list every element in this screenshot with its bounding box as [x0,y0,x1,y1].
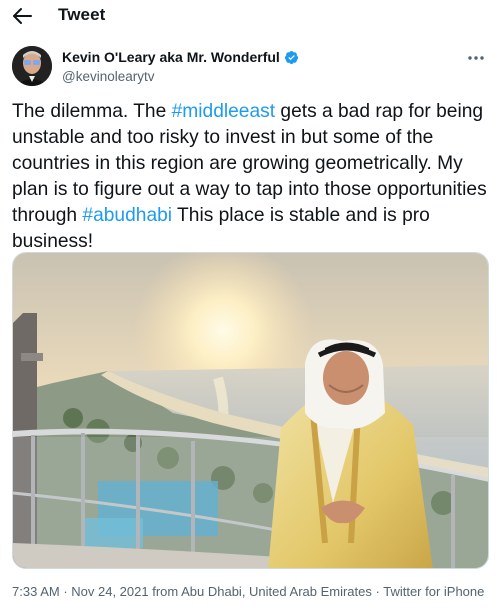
page-title: Tweet [58,5,106,24]
separator: · [59,584,72,599]
tweet-photo[interactable] [12,252,489,569]
top-bar: Tweet [0,0,500,34]
tweet-date[interactable]: Nov 24, 2021 [71,584,148,599]
tweet-author: Kevin O'Leary aka Mr. Wonderful @kevinol… [12,46,488,88]
user-handle[interactable]: @kevinolearytv [62,69,299,84]
display-name[interactable]: Kevin O'Leary aka Mr. Wonderful [62,49,280,65]
tweet-metadata: 7:33 AM · Nov 24, 2021 from Abu Dhabi, U… [12,584,484,599]
tweet-text-part: The dilemma. The [12,101,172,122]
avatar[interactable] [12,46,52,86]
verified-badge-icon [284,50,299,65]
separator: · [371,584,384,599]
hashtag-link[interactable]: #middleeast [172,101,275,122]
display-name-row: Kevin O'Leary aka Mr. Wonderful [62,48,299,66]
photo-image [13,253,488,568]
tweet-source-link[interactable]: Twitter for iPhone [383,584,484,599]
tweet-text: The dilemma. The #middleeast gets a bad … [12,99,496,255]
more-horizontal-icon [468,56,484,60]
tweet-location: from Abu Dhabi, United Arab Emirates [148,584,372,599]
tweet-time[interactable]: 7:33 AM [12,584,60,599]
arrow-left-icon [13,8,32,24]
hashtag-link[interactable]: #abudhabi [82,205,172,226]
name-block: Kevin O'Leary aka Mr. Wonderful @kevinol… [62,48,299,84]
back-button[interactable] [10,5,34,27]
more-options-button[interactable] [464,50,488,66]
